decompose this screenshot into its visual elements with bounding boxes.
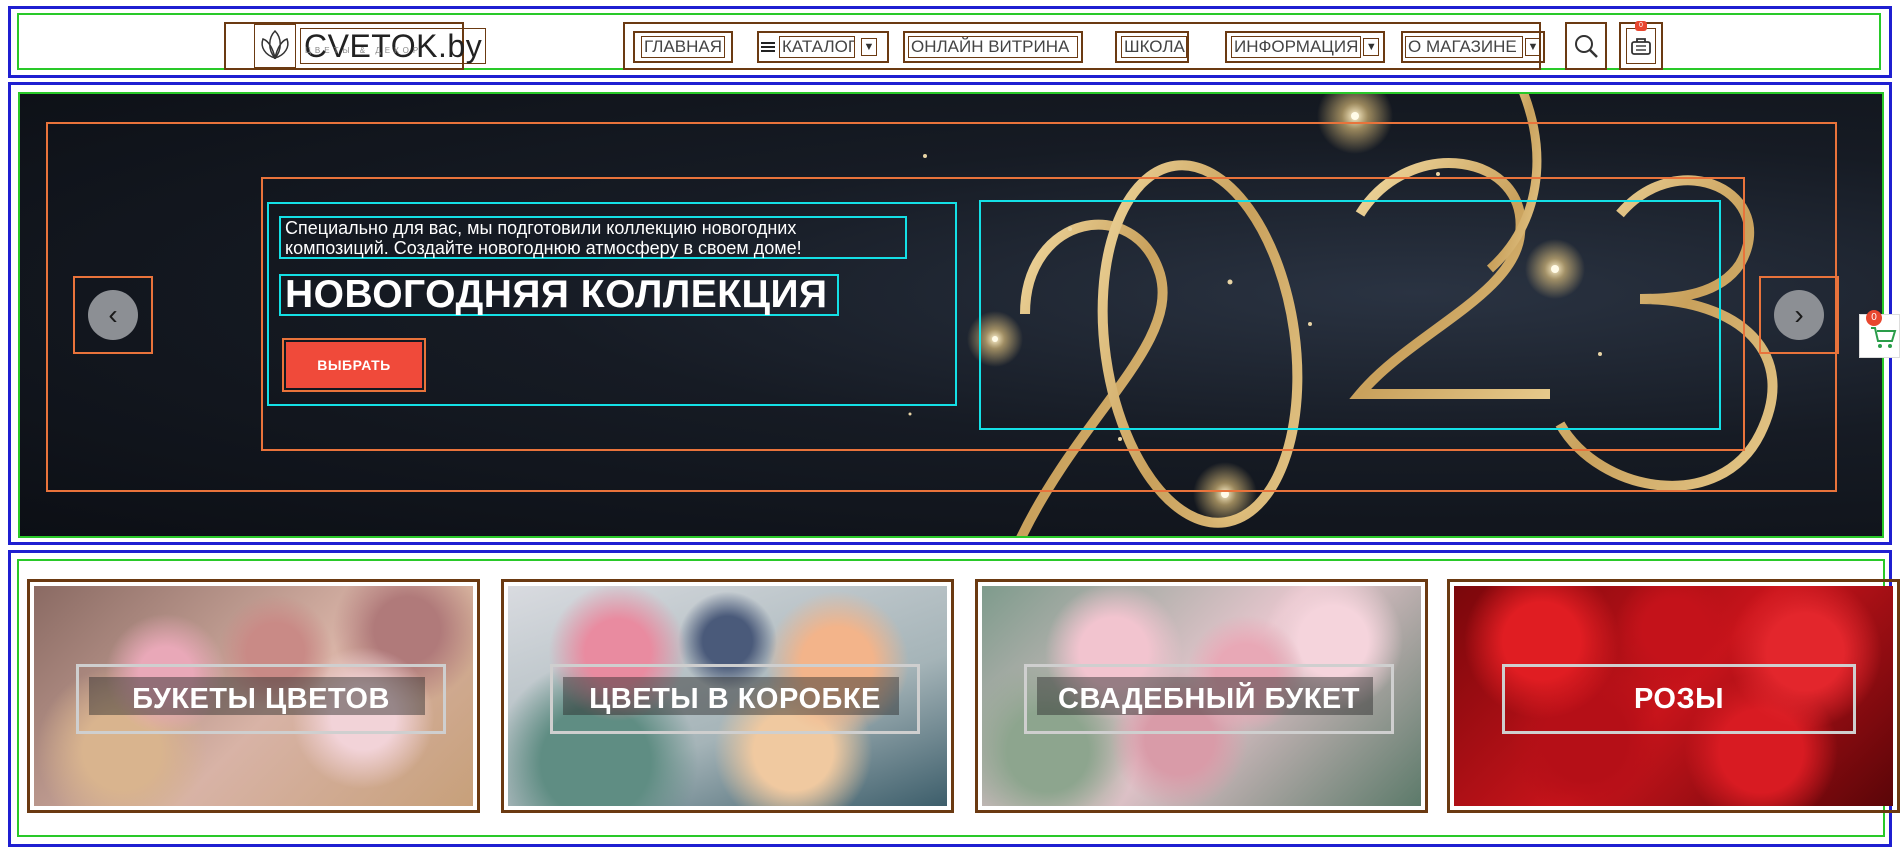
lotus-icon [254,24,296,68]
category-image: ЦВЕТЫ В КОРОБКЕ [508,586,947,806]
slide-title: НОВОГОДНЯЯ КОЛЛЕКЦИЯ [279,274,839,316]
next-slide-button[interactable]: › [1759,276,1839,354]
hero-slider: Специально для вас, мы подготовили колле… [8,82,1892,545]
nav-label: КАТАЛОГ [779,36,855,58]
nav-item-school[interactable]: ШКОЛА [1115,31,1189,63]
nav-label: ИНФОРМАЦИЯ [1231,36,1362,58]
prev-slide-button[interactable]: ‹ [73,276,153,354]
header-container: CVETOK.by ЦВЕТЫ & ДЕКОР ГЛАВНАЯ КАТАЛОГ … [17,13,1881,70]
nav-item-about[interactable]: О МАГАЗИНЕ ▼ [1401,31,1545,63]
category-image: РОЗЫ [1454,586,1893,806]
logo-text: CVETOK.by ЦВЕТЫ & ДЕКОР [300,28,487,64]
choose-button[interactable]: ВЫБРАТЬ [286,342,422,388]
category-label-frame: РОЗЫ [1502,664,1856,734]
category-label: БУКЕТЫ ЦВЕТОВ [132,682,390,715]
nav-item-info[interactable]: ИНФОРМАЦИЯ ▼ [1225,31,1385,63]
chevron-left-icon[interactable]: ‹ [88,290,138,340]
main-nav: ГЛАВНАЯ КАТАЛОГ ▼ ОНЛАЙН ВИТРИНА ШКОЛА И… [623,22,1545,70]
slide-cta-wrapper: ВЫБРАТЬ [282,338,426,392]
nav-label: ГЛАВНАЯ [641,36,725,58]
basket-icon: 0 [1626,21,1656,64]
category-tile-roses[interactable]: РОЗЫ [1447,579,1900,813]
category-tile-box-flowers[interactable]: ЦВЕТЫ В КОРОБКЕ [501,579,954,813]
chevron-down-icon[interactable]: ▼ [1525,38,1541,56]
chevron-down-icon[interactable]: ▼ [861,38,877,56]
floating-cart-count: 0 [1866,310,1882,326]
nav-label: О МАГАЗИНЕ [1405,36,1523,58]
nav-label: ШКОЛА [1121,36,1187,58]
category-grid: БУКЕТЫ ЦВЕТОВ ЦВЕТЫ В КОРОБКЕ СВАДЕБНЫЙ … [17,559,1900,837]
category-tile-wedding[interactable]: СВАДЕБНЫЙ БУКЕТ [975,579,1428,813]
category-label: РОЗЫ [1633,682,1725,715]
nav-item-showcase[interactable]: ОНЛАЙН ВИТРИНА [903,31,1083,63]
nav-item-catalog[interactable]: КАТАЛОГ ▼ [757,31,889,63]
category-label: ЦВЕТЫ В КОРОБКЕ [589,682,881,715]
slide-image [979,200,1721,430]
chevron-down-icon[interactable]: ▼ [1363,38,1380,56]
cart-button[interactable]: 0 [1619,21,1663,70]
logo-subtext: ЦВЕТЫ & ДЕКОР [305,46,423,55]
category-label-frame: БУКЕТЫ ЦВЕТОВ [76,664,446,734]
cart-icon [1871,327,1897,348]
category-label-frame: СВАДЕБНЫЙ БУКЕТ [1024,664,1394,734]
nav-label: ОНЛАЙН ВИТРИНА [908,36,1078,58]
slide-subtitle: Специально для вас, мы подготовили колле… [279,216,907,259]
cart-count-badge: 0 [1635,21,1647,31]
category-label: СВАДЕБНЫЙ БУКЕТ [1058,682,1360,715]
menu-icon [761,42,775,52]
category-image: БУКЕТЫ ЦВЕТОВ [34,586,473,806]
site-header: CVETOK.by ЦВЕТЫ & ДЕКОР ГЛАВНАЯ КАТАЛОГ … [8,6,1892,78]
site-logo[interactable]: CVETOK.by ЦВЕТЫ & ДЕКОР [224,22,487,70]
category-tile-bouquets[interactable]: БУКЕТЫ ЦВЕТОВ [27,579,480,813]
category-label-frame: ЦВЕТЫ В КОРОБКЕ [550,664,920,734]
search-button[interactable] [1565,22,1607,70]
chevron-right-icon[interactable]: › [1774,290,1824,340]
nav-item-home[interactable]: ГЛАВНАЯ [633,31,733,63]
search-icon [1575,35,1598,58]
category-section: БУКЕТЫ ЦВЕТОВ ЦВЕТЫ В КОРОБКЕ СВАДЕБНЫЙ … [8,550,1900,847]
category-image: СВАДЕБНЫЙ БУКЕТ [982,586,1421,806]
